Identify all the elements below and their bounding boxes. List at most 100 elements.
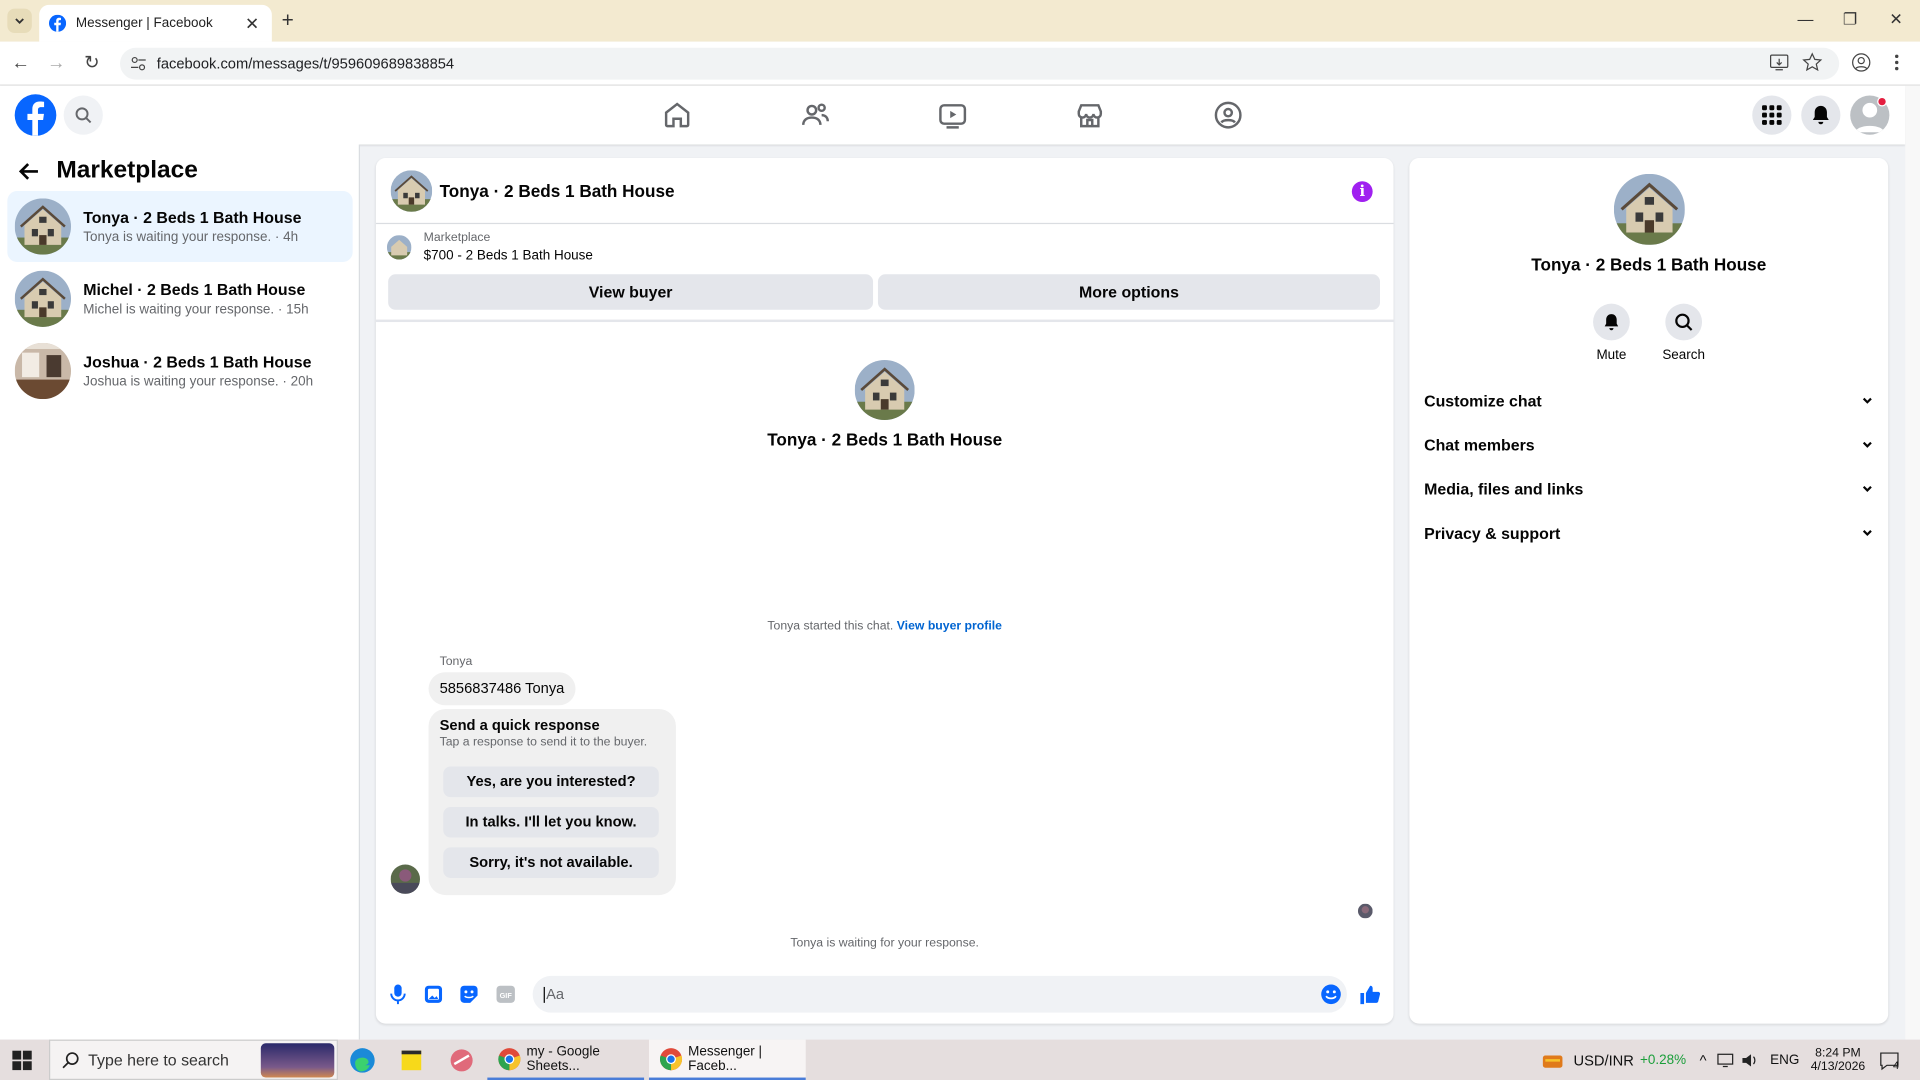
chat-members-row[interactable]: Chat members (1424, 422, 1875, 466)
reload-button[interactable]: ↻ (81, 53, 103, 75)
site-settings-icon[interactable] (130, 55, 147, 72)
emoji-icon[interactable] (1320, 983, 1342, 1005)
network-icon[interactable] (1716, 1051, 1733, 1068)
back-button[interactable]: ← (10, 53, 32, 75)
search-icon (62, 1052, 79, 1069)
browser-tab-messenger[interactable]: Messenger | Facebook ✕ (39, 4, 272, 42)
mute-label: Mute (1596, 347, 1627, 363)
chrome-icon (659, 1047, 683, 1070)
conversation-item-joshua[interactable]: Joshua · 2 Beds 1 Bath House Joshua is w… (7, 336, 352, 407)
sticker-icon[interactable] (458, 983, 480, 1005)
search-label: Search (1662, 347, 1706, 363)
message-sender: Tonya (439, 655, 473, 669)
clock-date: 4/13/2026 (1810, 1059, 1866, 1074)
url-field[interactable]: facebook.com/messages/t/959609689838854 (120, 47, 1840, 80)
section-label: Privacy & support (1424, 523, 1561, 542)
section-label: Chat members (1424, 435, 1535, 454)
friends-nav-button[interactable] (800, 99, 832, 131)
groups-nav-button[interactable] (1212, 99, 1244, 131)
taskbar-search-box[interactable]: Type here to search (48, 1039, 338, 1080)
language-indicator[interactable]: ENG (1770, 1052, 1799, 1067)
windows-start-icon[interactable] (12, 1050, 32, 1071)
currency-widget[interactable]: USD/INR +0.28% (1540, 1040, 1686, 1080)
quick-response-in-talks[interactable]: In talks. I'll let you know. (443, 806, 659, 838)
view-buyer-button[interactable]: View buyer (388, 274, 874, 310)
chevron-down-icon (1862, 530, 1872, 537)
facebook-f-icon (27, 101, 45, 136)
forward-button[interactable]: → (45, 53, 67, 75)
chat-header-avatar[interactable] (390, 169, 433, 212)
close-tab-icon[interactable]: ✕ (242, 13, 262, 34)
video-icon (939, 104, 967, 129)
chat-profile-avatar[interactable] (854, 360, 915, 421)
house-photo-icon (14, 270, 72, 327)
microphone-icon[interactable] (387, 983, 409, 1005)
video-nav-button[interactable] (937, 99, 969, 131)
menu-button[interactable] (1752, 95, 1792, 135)
listing-summary[interactable]: Marketplace $700 - 2 Beds 1 Bath House (386, 231, 593, 264)
home-nav-button[interactable] (661, 99, 693, 131)
thumbs-up-icon[interactable] (1359, 983, 1381, 1005)
chat-started-notice: Tonya started this chat. View buyer prof… (376, 620, 1394, 633)
info-icon[interactable]: i (1351, 181, 1373, 203)
page-scrollbar[interactable] (1905, 85, 1920, 1040)
close-window-button[interactable]: ✕ (1889, 10, 1902, 30)
customize-chat-row[interactable]: Customize chat (1424, 378, 1875, 422)
message-composer: GIF Aa (376, 972, 1394, 1016)
volume-icon[interactable] (1741, 1051, 1758, 1068)
chevron-up-icon[interactable]: ^ (1700, 1051, 1707, 1068)
search-in-chat-button[interactable]: Search (1647, 303, 1720, 363)
clock[interactable]: 8:24 PM 4/13/2026 (1806, 1040, 1870, 1080)
notification-center-button[interactable]: 4 (1878, 1040, 1899, 1080)
chat-header: Tonya · 2 Beds 1 Bath House i (375, 158, 1394, 225)
sender-avatar[interactable] (390, 864, 421, 894)
bell-icon (1604, 314, 1619, 331)
details-avatar[interactable] (1613, 173, 1685, 245)
snipping-tool-icon[interactable] (448, 1047, 475, 1074)
back-arrow-icon[interactable] (17, 159, 41, 183)
conversation-item-michel[interactable]: Michel · 2 Beds 1 Bath House Michel is w… (7, 263, 352, 334)
kebab-menu-icon[interactable] (1886, 51, 1908, 73)
message-input[interactable]: Aa (532, 975, 1347, 1013)
media-files-links-row[interactable]: Media, files and links (1424, 467, 1875, 511)
new-tab-button[interactable]: + (282, 10, 294, 31)
sender-photo-icon (390, 864, 421, 894)
system-tray[interactable]: ^ ENG (1700, 1040, 1800, 1080)
restore-button[interactable]: ❐ (1843, 10, 1857, 30)
marketplace-nav-button[interactable] (1074, 99, 1106, 131)
chat-title[interactable]: Tonya · 2 Beds 1 Bath House (440, 181, 675, 201)
gif-icon[interactable]: GIF (495, 983, 517, 1005)
notification-dot (1877, 96, 1887, 107)
chevron-down-icon (1862, 397, 1872, 404)
quick-response-interested[interactable]: Yes, are you interested? (443, 766, 659, 798)
house-thumbnail (14, 198, 72, 255)
facebook-logo[interactable] (14, 94, 57, 136)
bookmark-star-icon[interactable] (1801, 51, 1823, 73)
minimize-button[interactable]: — (1798, 10, 1814, 28)
photo-icon[interactable] (422, 983, 444, 1005)
profile-icon[interactable] (1850, 51, 1872, 73)
taskbar-app-label: Messenger | Faceb... (688, 1043, 763, 1074)
room-photo-icon (14, 342, 72, 400)
notifications-button[interactable] (1801, 95, 1841, 135)
more-options-button[interactable]: More options (877, 274, 1381, 310)
listing-title: $700 - 2 Beds 1 Bath House (423, 248, 593, 264)
taskbar-google-sheets[interactable]: my - Google Sheets... (487, 1040, 645, 1080)
conversation-preview: Tonya is waiting your response. · 4h (83, 230, 299, 245)
facebook-search-button[interactable] (63, 95, 103, 135)
install-app-icon[interactable] (1768, 51, 1790, 73)
tab-search-button[interactable] (7, 8, 32, 34)
facebook-favicon-icon (48, 14, 67, 32)
stocks-icon (1542, 1054, 1563, 1068)
edge-browser-icon[interactable] (349, 1047, 376, 1074)
message-bubble[interactable]: 5856837486 Tonya (428, 672, 576, 706)
conversation-item-tonya[interactable]: Tonya · 2 Beds 1 Bath House Tonya is wai… (7, 191, 353, 263)
privacy-support-row[interactable]: Privacy & support (1424, 511, 1875, 555)
sticky-notes-icon[interactable] (399, 1047, 423, 1074)
quick-response-not-available[interactable]: Sorry, it's not available. (443, 847, 659, 878)
groups-icon (1214, 101, 1242, 129)
waiting-notice: Tonya is waiting for your response. (790, 936, 979, 951)
view-buyer-profile-link[interactable]: View buyer profile (897, 620, 1002, 633)
mute-button[interactable]: Mute (1575, 303, 1648, 363)
taskbar-messenger[interactable]: Messenger | Faceb... (648, 1039, 806, 1080)
